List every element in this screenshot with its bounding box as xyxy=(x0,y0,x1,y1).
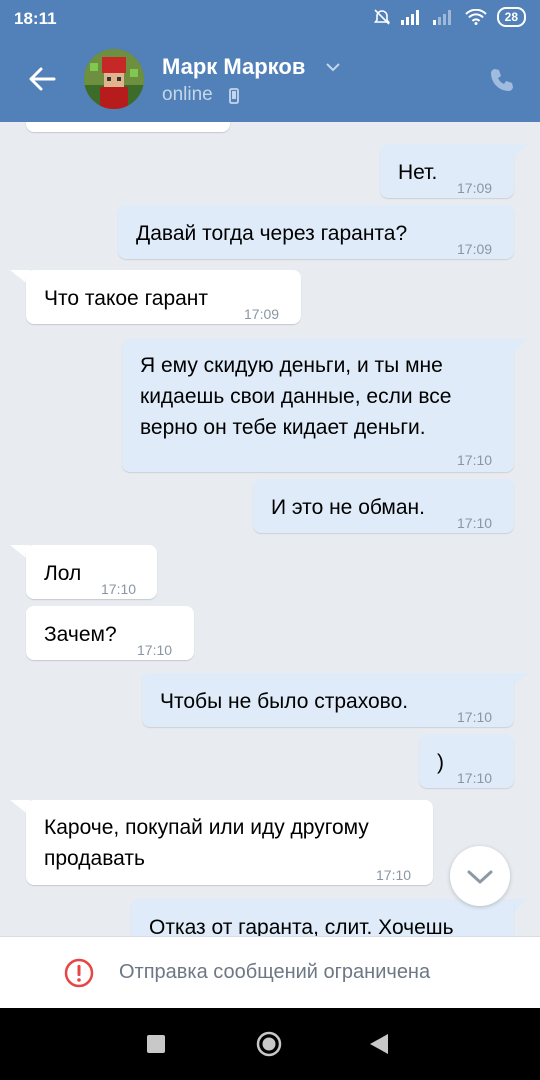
message-bubble[interactable]: Что такое гарант 17:09 xyxy=(26,270,301,324)
battery-indicator: 28 xyxy=(496,7,526,27)
message-line: Я ему скидую деньги, и ты мне xyxy=(140,354,443,377)
restriction-text: Отправка сообщений ограничена xyxy=(119,961,431,983)
alarm-off-icon xyxy=(373,9,390,25)
message-bubble-partial xyxy=(26,122,230,132)
bubble-tail xyxy=(509,339,529,355)
home-button-icon[interactable] xyxy=(256,1031,282,1057)
contact-name[interactable]: Марк Марков xyxy=(162,54,305,80)
message-text: Нет. xyxy=(398,161,438,184)
chevron-down-icon xyxy=(467,870,493,884)
message-bubble[interactable]: ) 17:10 xyxy=(419,734,514,788)
message-bubble[interactable]: Давай тогда через гаранта? 17:09 xyxy=(118,205,514,259)
message-time: 17:09 xyxy=(457,241,493,257)
scroll-down-button[interactable] xyxy=(450,846,510,906)
message-bubble[interactable]: И это не обман. 17:10 xyxy=(253,479,514,533)
contact-status: online xyxy=(162,84,213,105)
message-text: ) xyxy=(437,751,444,774)
message-list[interactable]: Нет. 17:09 Давай тогда через гаранта? 17… xyxy=(0,122,540,936)
message-bubble[interactable]: Чтобы не было страхово. 17:10 xyxy=(142,673,514,727)
message-text: Давай тогда через гаранта? xyxy=(136,222,408,245)
message-bubble[interactable]: Кароче, покупай или иду другому продават… xyxy=(26,800,433,885)
chevron-down-icon[interactable] xyxy=(326,62,340,72)
message-time: 17:10 xyxy=(457,515,493,531)
signal-weak-icon xyxy=(432,10,451,25)
message-bubble[interactable]: Зачем? 17:10 xyxy=(26,606,194,660)
message-time: 17:10 xyxy=(457,452,493,468)
wifi-icon xyxy=(464,9,487,25)
message-line: кидаешь свои данные, если все xyxy=(140,385,452,408)
signal-icon xyxy=(400,10,419,25)
back-button-icon[interactable] xyxy=(370,1034,388,1054)
message-line: верно он тебе кидает деньги. xyxy=(140,416,426,439)
message-time: 17:10 xyxy=(457,709,493,725)
status-bar: 18:11 28 xyxy=(0,0,540,36)
message-bubble[interactable]: Лол 17:10 xyxy=(26,545,157,599)
message-time: 17:10 xyxy=(376,867,412,883)
message-time: 17:09 xyxy=(244,306,280,322)
recents-button-icon[interactable] xyxy=(147,1035,165,1053)
status-icons: 28 xyxy=(373,7,526,27)
chat-header: Марк Марков online xyxy=(0,36,540,122)
mobile-online-icon xyxy=(229,88,239,104)
message-bubble[interactable]: Нет. 17:09 xyxy=(380,144,514,198)
message-line: Кароче, покупай или иду другому xyxy=(44,816,369,839)
avatar[interactable] xyxy=(84,49,144,109)
bubble-tail xyxy=(509,144,529,160)
phone-icon[interactable] xyxy=(488,66,516,94)
message-time: 17:10 xyxy=(137,642,173,658)
status-time: 18:11 xyxy=(14,9,57,28)
warning-icon xyxy=(64,958,94,988)
message-time: 17:09 xyxy=(457,180,493,196)
message-text: Что такое гарант xyxy=(44,287,209,310)
message-text: Зачем? xyxy=(44,623,117,646)
back-arrow-icon[interactable] xyxy=(24,61,60,97)
message-text: И это не обман. xyxy=(271,496,425,519)
message-time: 17:10 xyxy=(457,770,493,786)
system-nav-bar xyxy=(0,1008,540,1080)
message-text: Отказ от гаранта, слит. Хочешь xyxy=(149,916,454,936)
message-text: Лол xyxy=(44,562,82,585)
message-line: продавать xyxy=(44,847,145,870)
messaging-restricted-bar: Отправка сообщений ограничена xyxy=(0,936,540,1009)
message-text: Чтобы не было страхово. xyxy=(160,690,409,713)
message-time: 17:10 xyxy=(101,581,137,597)
message-bubble[interactable]: Я ему скидую деньги, и ты мне кидаешь св… xyxy=(122,339,514,472)
